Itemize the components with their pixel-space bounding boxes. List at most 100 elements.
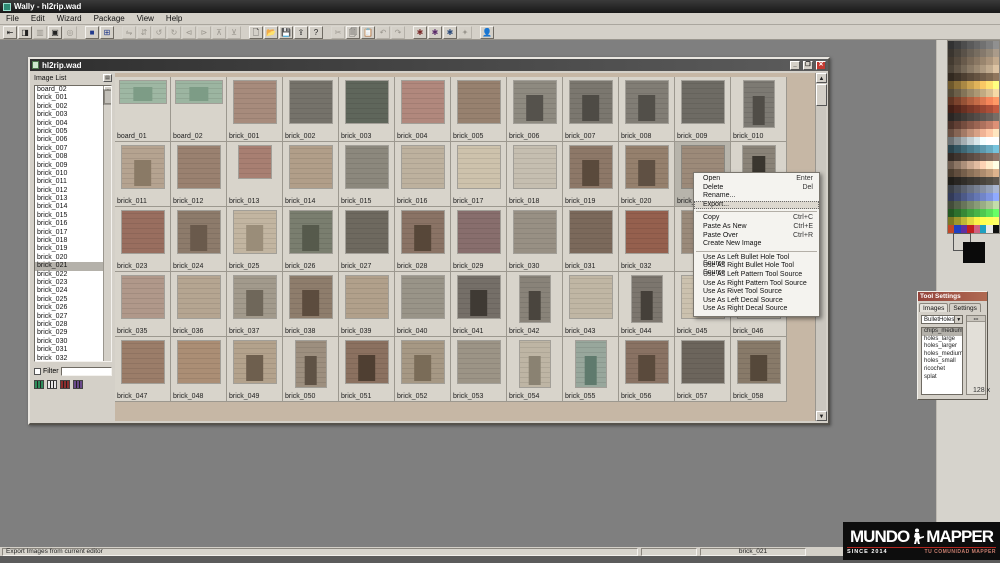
wad-window-title-bar[interactable]: hl2rip.wad _ ❐ ✕ bbox=[30, 59, 828, 71]
context-menu-item-use-as-right-bullet-hole-tool-source[interactable]: Use As Right Bullet Hole Tool Source bbox=[694, 262, 819, 276]
palette-cell[interactable] bbox=[992, 65, 999, 73]
list-item[interactable]: brick_031 bbox=[35, 346, 111, 354]
texture-cell[interactable]: brick_018 bbox=[507, 142, 563, 207]
list-item[interactable]: brick_022 bbox=[35, 271, 111, 279]
list-item[interactable]: brick_009 bbox=[35, 162, 111, 170]
context-menu-item-use-as-left-decal-source[interactable]: Use As Left Decal Source bbox=[694, 297, 819, 306]
texture-cell[interactable]: brick_043 bbox=[563, 272, 619, 337]
context-menu-item-use-as-left-pattern-tool-source[interactable]: Use As Left Pattern Tool Source bbox=[694, 271, 819, 280]
palette-cell[interactable] bbox=[992, 217, 999, 225]
texture-cell[interactable]: brick_003 bbox=[339, 77, 395, 142]
texture-cell[interactable]: brick_009 bbox=[675, 77, 731, 142]
texture-cell[interactable]: brick_006 bbox=[507, 77, 563, 142]
wad-type-icon-1[interactable] bbox=[34, 380, 44, 389]
texture-cell[interactable]: brick_052 bbox=[395, 337, 451, 402]
palette-cell[interactable] bbox=[992, 89, 999, 97]
texture-cell[interactable]: brick_049 bbox=[227, 337, 283, 402]
scroll-thumb[interactable] bbox=[816, 84, 827, 106]
bullethole-left-icon[interactable]: ✱ bbox=[413, 25, 427, 39]
palette-cell[interactable] bbox=[992, 49, 999, 57]
tool-list-item[interactable]: holes_medium bbox=[922, 351, 962, 359]
texture-cell[interactable]: brick_054 bbox=[507, 337, 563, 402]
list-item[interactable]: brick_005 bbox=[35, 128, 111, 136]
wad-type-icon-2[interactable] bbox=[47, 380, 57, 389]
palette-cell[interactable] bbox=[992, 81, 999, 89]
list-item[interactable]: brick_021 bbox=[35, 262, 111, 271]
texture-cell[interactable]: brick_012 bbox=[171, 142, 227, 207]
list-item[interactable]: brick_026 bbox=[35, 304, 111, 312]
texture-cell[interactable]: brick_015 bbox=[339, 142, 395, 207]
texture-cell[interactable]: brick_001 bbox=[227, 77, 283, 142]
list-item[interactable]: brick_010 bbox=[35, 170, 111, 178]
texture-cell[interactable]: brick_044 bbox=[619, 272, 675, 337]
import-icon[interactable]: ⇪ bbox=[294, 25, 308, 39]
menu-view[interactable]: View bbox=[131, 13, 160, 24]
texture-cell[interactable]: brick_028 bbox=[395, 207, 451, 272]
palette-cell[interactable] bbox=[992, 209, 999, 217]
palette-cell[interactable] bbox=[992, 169, 999, 177]
list-item[interactable]: brick_017 bbox=[35, 229, 111, 237]
texture-cell[interactable]: brick_058 bbox=[731, 337, 787, 402]
view-image-icon[interactable]: ▣ bbox=[48, 25, 62, 39]
menu-package[interactable]: Package bbox=[88, 13, 131, 24]
save-icon[interactable]: 💾 bbox=[279, 25, 293, 39]
texture-cell[interactable]: brick_011 bbox=[115, 142, 171, 207]
texture-cell[interactable]: brick_010 bbox=[731, 77, 787, 142]
palette-view-icon[interactable]: ■ bbox=[85, 25, 99, 39]
tool-image-list[interactable]: chips_medium holes_large holes_larger holes… bbox=[921, 327, 963, 395]
texture-cell[interactable]: brick_026 bbox=[283, 207, 339, 272]
texture-cell[interactable]: brick_020 bbox=[619, 142, 675, 207]
menu-wizard[interactable]: Wizard bbox=[51, 13, 88, 24]
bullethole-right-icon[interactable]: ✱ bbox=[428, 25, 442, 39]
texture-cell[interactable]: brick_031 bbox=[563, 207, 619, 272]
palette-cell[interactable] bbox=[992, 137, 999, 145]
close-button[interactable]: ✕ bbox=[816, 60, 826, 70]
list-item[interactable]: brick_019 bbox=[35, 245, 111, 253]
texture-cell[interactable]: brick_013 bbox=[227, 142, 283, 207]
texture-cell[interactable]: brick_025 bbox=[227, 207, 283, 272]
palette-cell[interactable] bbox=[992, 57, 999, 65]
context-menu-item-delete[interactable]: Delete Del bbox=[694, 184, 819, 193]
texture-cell[interactable]: brick_035 bbox=[115, 272, 171, 337]
tool-category-dropdown[interactable]: BulletHoles ▼ bbox=[921, 315, 963, 324]
context-menu-item-rename[interactable]: Rename... bbox=[694, 192, 819, 201]
palette-cell[interactable] bbox=[992, 193, 999, 201]
texture-cell[interactable]: brick_050 bbox=[283, 337, 339, 402]
texture-cell[interactable]: brick_023 bbox=[115, 207, 171, 272]
tool-settings-title[interactable]: Tool Settings bbox=[918, 292, 987, 301]
copy-icon[interactable]: 🗐 bbox=[346, 25, 360, 39]
list-item[interactable]: brick_016 bbox=[35, 220, 111, 228]
scroll-thumb[interactable] bbox=[103, 90, 111, 104]
help-icon[interactable]: ? bbox=[309, 25, 323, 39]
palette-cell[interactable] bbox=[992, 41, 999, 49]
list-item[interactable]: brick_029 bbox=[35, 329, 111, 337]
list-item[interactable]: brick_024 bbox=[35, 287, 111, 295]
list-item[interactable]: brick_014 bbox=[35, 203, 111, 211]
preview-scroll-icon[interactable]: ◂ ▸ bbox=[967, 316, 985, 322]
tool-list-item[interactable]: splat bbox=[922, 374, 962, 382]
collapse-pane-icon[interactable]: ▤ bbox=[103, 74, 112, 82]
image-listbox[interactable]: board_02 brick_001 brick_002 brick_003 brick… bbox=[34, 85, 112, 362]
foreground-color-chip[interactable] bbox=[963, 242, 985, 263]
tool-list-item[interactable]: holes_small bbox=[922, 358, 962, 366]
context-menu-item-use-as-left-bullet-hole-tool-source[interactable]: Use As Left Bullet Hole Tool Source bbox=[694, 254, 819, 267]
texture-cell[interactable]: brick_030 bbox=[507, 207, 563, 272]
texture-cell[interactable]: brick_017 bbox=[451, 142, 507, 207]
list-item[interactable]: brick_028 bbox=[35, 321, 111, 329]
list-item[interactable]: brick_002 bbox=[35, 103, 111, 111]
list-item[interactable]: brick_001 bbox=[35, 94, 111, 102]
texture-cell[interactable]: brick_037 bbox=[227, 272, 283, 337]
context-menu-item-export[interactable]: Export... bbox=[694, 200, 819, 210]
tool-list-item[interactable]: chips_medium bbox=[922, 328, 962, 336]
texture-cell[interactable]: brick_007 bbox=[563, 77, 619, 142]
palette-cell[interactable] bbox=[992, 225, 999, 233]
palette-cell[interactable] bbox=[992, 201, 999, 209]
tab-images[interactable]: Images bbox=[919, 303, 949, 312]
texture-cell[interactable]: brick_029 bbox=[451, 207, 507, 272]
texture-cell[interactable]: brick_040 bbox=[395, 272, 451, 337]
filter-input[interactable] bbox=[60, 367, 112, 376]
palette-cell[interactable] bbox=[992, 161, 999, 169]
list-item[interactable]: brick_023 bbox=[35, 279, 111, 287]
texture-cell[interactable]: brick_024 bbox=[171, 207, 227, 272]
texture-cell[interactable]: brick_038 bbox=[283, 272, 339, 337]
